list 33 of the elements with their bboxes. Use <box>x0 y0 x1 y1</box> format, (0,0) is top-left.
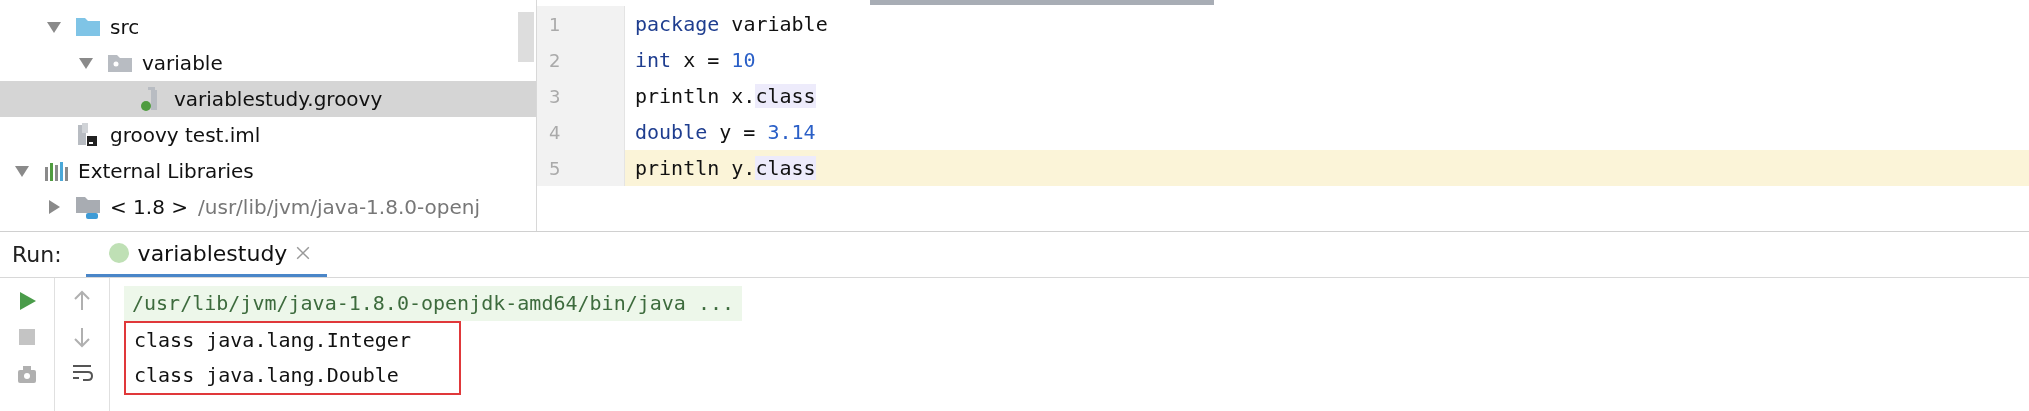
expanded-arrow-icon[interactable] <box>78 55 94 71</box>
console-line: class java.lang.Integer <box>133 327 412 354</box>
tree-item-label: variable <box>142 51 223 75</box>
tree-item-label: src <box>110 15 140 39</box>
scrollbar[interactable] <box>870 0 1214 5</box>
run-label: Run: <box>12 242 62 267</box>
console-line: class java.lang.Double <box>133 362 400 389</box>
scrollbar[interactable] <box>518 12 534 62</box>
tree-item-label: variablestudy.groovy <box>174 87 383 111</box>
tree-item[interactable]: External Libraries <box>0 153 536 189</box>
line-number: 1 <box>549 13 561 35</box>
soft-wrap-icon[interactable] <box>71 362 93 384</box>
expanded-arrow-icon[interactable] <box>46 19 62 35</box>
tree-item-label: External Libraries <box>78 159 254 183</box>
line-number: 3 <box>549 85 561 107</box>
groovy-icon <box>107 242 130 264</box>
tree-item[interactable]: variable <box>0 45 536 81</box>
tree-item-path: /usr/lib/jvm/java-1.8.0-openj <box>198 195 481 219</box>
down-arrow-icon[interactable] <box>71 326 93 348</box>
tree-item-label: groovy test.iml <box>110 123 261 147</box>
line-number: 4 <box>549 121 561 143</box>
collapsed-arrow-icon[interactable] <box>46 199 62 215</box>
expanded-arrow-icon[interactable] <box>14 163 30 179</box>
tree-item[interactable]: < 1.8 > /usr/lib/jvm/java-1.8.0-openj <box>0 189 536 225</box>
tree-item[interactable]: variablestudy.groovy <box>0 81 536 117</box>
close-icon[interactable] <box>295 245 312 261</box>
tree-item[interactable]: src <box>0 9 536 45</box>
tree-item[interactable]: groovy test.iml <box>0 117 536 153</box>
tree-item-label: < 1.8 > <box>110 195 189 219</box>
stop-icon[interactable] <box>16 326 38 348</box>
line-number: 2 <box>549 49 561 71</box>
run-tab[interactable]: variablestudy <box>85 232 328 277</box>
line-number: 5 <box>549 157 561 179</box>
